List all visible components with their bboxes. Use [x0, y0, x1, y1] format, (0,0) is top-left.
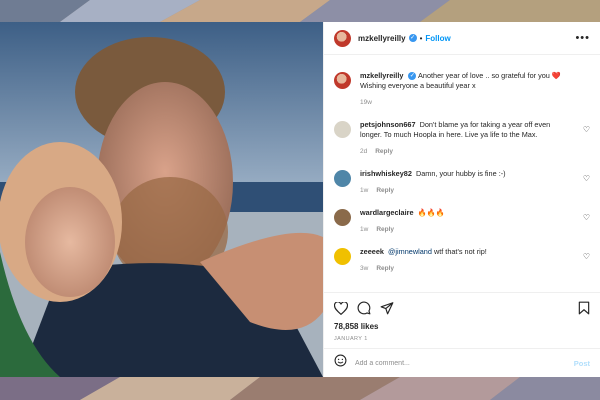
- comment-username[interactable]: zeeeek: [360, 247, 384, 256]
- share-icon[interactable]: [380, 301, 394, 315]
- comment-meta: 3w Reply: [360, 264, 570, 274]
- caption: mzkellyreilly ✓ Another year of love .. s…: [334, 71, 590, 108]
- avatar[interactable]: [334, 248, 351, 265]
- likes-count[interactable]: 78,858 likes: [334, 322, 590, 331]
- comment-username[interactable]: wardlargeclaire: [360, 208, 414, 217]
- comment-time: 3w: [360, 265, 369, 272]
- comment-meta: 1w Reply: [360, 186, 570, 196]
- comment-item: petsjohnson667 Don't blame ya for taking…: [334, 120, 590, 157]
- post-actions: 78,858 likes JANUARY 1: [324, 292, 600, 342]
- comment-username[interactable]: petsjohnson667: [360, 120, 416, 129]
- comment-item: zeeeek @jimnewland wtf that's not rip! 3…: [334, 247, 590, 274]
- comment-item: wardlargeclaire 🔥🔥🔥 1w Reply ♡: [334, 208, 590, 235]
- post-header: mzkellyreilly ✓ • Follow •••: [324, 22, 600, 55]
- instagram-post: mzkellyreilly ✓ • Follow ••• mzkellyreil…: [0, 22, 600, 377]
- post-photo[interactable]: [0, 22, 323, 377]
- comment-meta: 2d Reply: [360, 147, 570, 157]
- comments-list: mzkellyreilly ✓ Another year of love .. s…: [324, 71, 600, 274]
- comment-time: 19w: [360, 99, 372, 106]
- reply-button[interactable]: Reply: [375, 148, 393, 155]
- post-date: JANUARY 1: [334, 336, 368, 342]
- avatar[interactable]: [334, 170, 351, 187]
- action-icons: [334, 296, 590, 320]
- reply-button[interactable]: Reply: [376, 265, 394, 272]
- reply-button[interactable]: Reply: [376, 226, 394, 233]
- comment-text: 🔥🔥🔥: [417, 208, 445, 217]
- avatar[interactable]: [334, 72, 351, 89]
- caption-username[interactable]: mzkellyreilly: [360, 71, 403, 80]
- comment-meta: 1w Reply: [360, 225, 570, 235]
- more-options-icon[interactable]: •••: [575, 32, 590, 44]
- avatar[interactable]: [334, 209, 351, 226]
- avatar[interactable]: [334, 121, 351, 138]
- comment-time: 2d: [360, 148, 368, 155]
- follow-button[interactable]: Follow: [425, 34, 450, 43]
- verified-icon: ✓: [408, 34, 417, 42]
- post-author-username[interactable]: mzkellyreilly: [358, 34, 406, 43]
- post-comment-button[interactable]: Post: [574, 359, 590, 368]
- comment-time: 1w: [360, 187, 369, 194]
- comment-meta: 19w: [360, 98, 570, 108]
- comment-time: 1w: [360, 226, 369, 233]
- verified-icon: ✓: [408, 72, 417, 81]
- comment-item: irishwhiskey82 Damn, your hubby is fine …: [334, 169, 590, 196]
- comment-username[interactable]: irishwhiskey82: [360, 169, 412, 178]
- like-heart-icon[interactable]: [334, 301, 348, 315]
- like-comment-heart-icon[interactable]: ♡: [583, 174, 590, 183]
- add-comment-input[interactable]: [355, 359, 574, 367]
- like-comment-heart-icon[interactable]: ♡: [583, 213, 590, 222]
- comment-mention[interactable]: @jimnewland: [388, 247, 432, 256]
- add-comment-bar: Post: [324, 348, 600, 377]
- like-comment-heart-icon[interactable]: ♡: [583, 125, 590, 134]
- post-sidebar: mzkellyreilly ✓ • Follow ••• mzkellyreil…: [323, 22, 600, 377]
- emoji-icon[interactable]: [334, 354, 347, 372]
- like-comment-heart-icon[interactable]: ♡: [583, 252, 590, 261]
- avatar[interactable]: [334, 29, 351, 47]
- separator-dot: •: [419, 33, 423, 43]
- save-bookmark-icon[interactable]: [578, 301, 590, 315]
- comment-text: Damn, your hubby is fine :-): [415, 169, 506, 178]
- comment-icon[interactable]: [357, 301, 371, 315]
- reply-button[interactable]: Reply: [376, 187, 394, 194]
- comment-text: wtf that's not rip!: [433, 247, 487, 256]
